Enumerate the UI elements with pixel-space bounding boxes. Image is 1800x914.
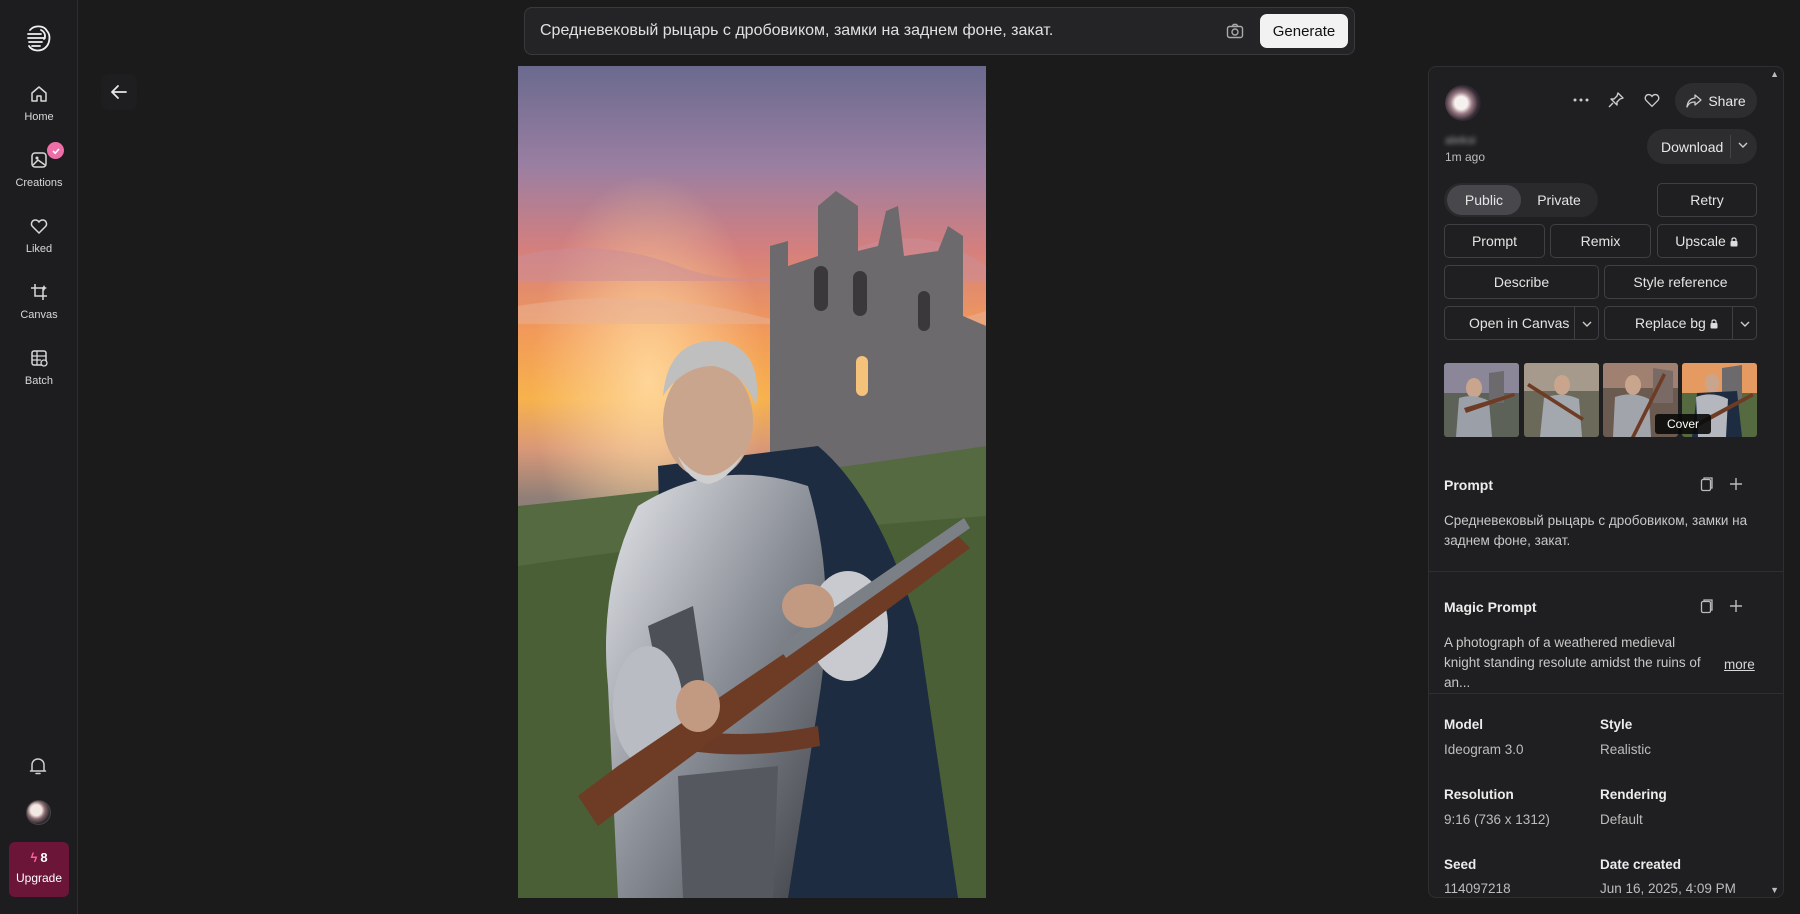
model-value: Ideogram 3.0 bbox=[1444, 742, 1524, 757]
canvas-icon bbox=[31, 284, 47, 300]
upscale-label: Upscale bbox=[1675, 233, 1726, 249]
more-link[interactable]: more bbox=[1724, 657, 1755, 672]
sidebar-item-batch[interactable]: Batch bbox=[0, 348, 78, 387]
share-label: Share bbox=[1708, 92, 1746, 109]
magic-prompt-text: A photograph of a weathered medieval kni… bbox=[1444, 635, 1701, 690]
open-in-canvas-button[interactable]: Open in Canvas bbox=[1444, 306, 1599, 340]
divider bbox=[1429, 693, 1783, 694]
bolt-icon: ϟ bbox=[30, 850, 38, 865]
back-button[interactable] bbox=[101, 74, 137, 110]
copy-icon[interactable] bbox=[1697, 597, 1715, 615]
download-button[interactable]: Download bbox=[1647, 129, 1757, 164]
plus-icon[interactable] bbox=[1727, 475, 1745, 493]
variation-thumbnail[interactable] bbox=[1444, 363, 1519, 437]
download-label: Download bbox=[1661, 139, 1724, 155]
retry-button[interactable]: Retry bbox=[1657, 183, 1757, 217]
batch-icon bbox=[31, 350, 48, 367]
magic-prompt-title: Magic Prompt bbox=[1444, 599, 1537, 615]
seed-value: 114097218 bbox=[1444, 881, 1511, 896]
created-time: 1m ago bbox=[1445, 150, 1486, 164]
home-icon bbox=[31, 86, 47, 102]
rendering-label: Rendering bbox=[1600, 787, 1667, 802]
pin-icon bbox=[1608, 92, 1624, 108]
app-logo-icon[interactable] bbox=[22, 22, 54, 54]
plus-icon[interactable] bbox=[1727, 597, 1745, 615]
model-label: Model bbox=[1444, 717, 1483, 732]
seed-label: Seed bbox=[1444, 857, 1477, 872]
upgrade-button[interactable]: ϟ8 Upgrade bbox=[9, 842, 69, 897]
sidebar-item-liked[interactable]: Liked bbox=[0, 216, 78, 255]
prompt-button[interactable]: Prompt bbox=[1444, 224, 1545, 258]
pin-button[interactable] bbox=[1602, 86, 1630, 114]
lock-icon bbox=[1730, 236, 1738, 246]
prompt-input[interactable]: Средневековый рыцарь с дробовиком, замки… bbox=[540, 22, 1053, 40]
prompt-text: Средневековый рыцарь с дробовиком, замки… bbox=[1444, 513, 1748, 548]
upgrade-label: Upgrade bbox=[15, 871, 63, 885]
divider bbox=[1732, 307, 1733, 339]
sidebar-item-label: Home bbox=[24, 111, 54, 123]
sidebar-item-creations[interactable]: Creations bbox=[0, 142, 78, 189]
generate-button[interactable]: Generate bbox=[1260, 14, 1348, 48]
arrow-left-icon bbox=[111, 85, 127, 99]
like-button[interactable] bbox=[1638, 86, 1666, 114]
camera-icon[interactable] bbox=[1225, 21, 1245, 41]
credits-count: 8 bbox=[40, 850, 48, 865]
author-name[interactable]: aleksi bbox=[1445, 133, 1476, 147]
more-options-button[interactable] bbox=[1567, 86, 1595, 114]
sidebar-item-home[interactable]: Home bbox=[0, 84, 78, 123]
divider bbox=[1574, 307, 1575, 339]
sidebar-item-canvas[interactable]: Canvas bbox=[0, 282, 78, 321]
style-reference-button[interactable]: Style reference bbox=[1604, 265, 1757, 299]
heart-icon bbox=[1644, 93, 1660, 108]
upscale-button[interactable]: Upscale bbox=[1657, 224, 1757, 258]
resolution-value: 9:16 (736 x 1312) bbox=[1444, 812, 1550, 827]
scroll-up-icon[interactable]: ▲ bbox=[1770, 69, 1779, 79]
details-panel: ▲ ▼ aleksi 1m ago Share Download Public … bbox=[1428, 66, 1784, 898]
variation-thumbnail[interactable] bbox=[1524, 363, 1599, 437]
replace-bg-button[interactable]: Replace bg bbox=[1604, 306, 1757, 340]
bell-icon[interactable] bbox=[27, 755, 49, 777]
sidebar-item-label: Creations bbox=[15, 177, 63, 189]
date-value: Jun 16, 2025, 4:09 PM bbox=[1600, 881, 1736, 896]
copy-icon[interactable] bbox=[1697, 475, 1715, 493]
lock-icon bbox=[1710, 318, 1718, 328]
open-in-canvas-label: Open in Canvas bbox=[1469, 315, 1570, 331]
author-avatar[interactable] bbox=[1445, 85, 1481, 121]
style-value: Realistic bbox=[1600, 742, 1652, 757]
rendering-value: Default bbox=[1600, 812, 1643, 827]
ellipsis-icon bbox=[1573, 98, 1589, 102]
sidebar-item-label: Batch bbox=[24, 375, 54, 387]
private-option[interactable]: Private bbox=[1523, 185, 1595, 215]
divider bbox=[1429, 571, 1783, 572]
style-label: Style bbox=[1600, 717, 1633, 732]
chevron-down-icon[interactable] bbox=[1738, 317, 1752, 331]
prompt-section-title: Prompt bbox=[1444, 477, 1493, 493]
sidebar-item-label: Liked bbox=[25, 243, 53, 255]
describe-button[interactable]: Describe bbox=[1444, 265, 1599, 299]
replace-bg-label: Replace bg bbox=[1635, 315, 1706, 331]
chevron-down-icon[interactable] bbox=[1580, 317, 1594, 331]
heart-icon bbox=[30, 219, 48, 235]
avatar[interactable] bbox=[26, 800, 51, 825]
cover-tooltip: Cover bbox=[1655, 414, 1711, 434]
remix-button[interactable]: Remix bbox=[1550, 224, 1651, 258]
date-label: Date created bbox=[1600, 857, 1682, 872]
image-icon bbox=[31, 152, 47, 168]
share-button[interactable]: Share bbox=[1675, 83, 1757, 118]
resolution-label: Resolution bbox=[1444, 787, 1514, 802]
prompt-bar[interactable]: Средневековый рыцарь с дробовиком, замки… bbox=[524, 7, 1355, 55]
sidebar: Home Creations Liked Canvas Batch ϟ8 Upg… bbox=[0, 0, 78, 914]
divider bbox=[1730, 135, 1731, 158]
scroll-down-icon[interactable]: ▼ bbox=[1770, 885, 1779, 895]
visibility-toggle[interactable]: Public Private bbox=[1444, 183, 1598, 217]
generated-image[interactable] bbox=[518, 66, 986, 898]
check-badge-icon bbox=[47, 142, 64, 159]
knight-image bbox=[518, 66, 986, 898]
public-option[interactable]: Public bbox=[1447, 185, 1521, 215]
share-icon bbox=[1686, 93, 1702, 108]
chevron-down-icon[interactable] bbox=[1736, 138, 1750, 152]
sidebar-item-label: Canvas bbox=[20, 309, 58, 321]
